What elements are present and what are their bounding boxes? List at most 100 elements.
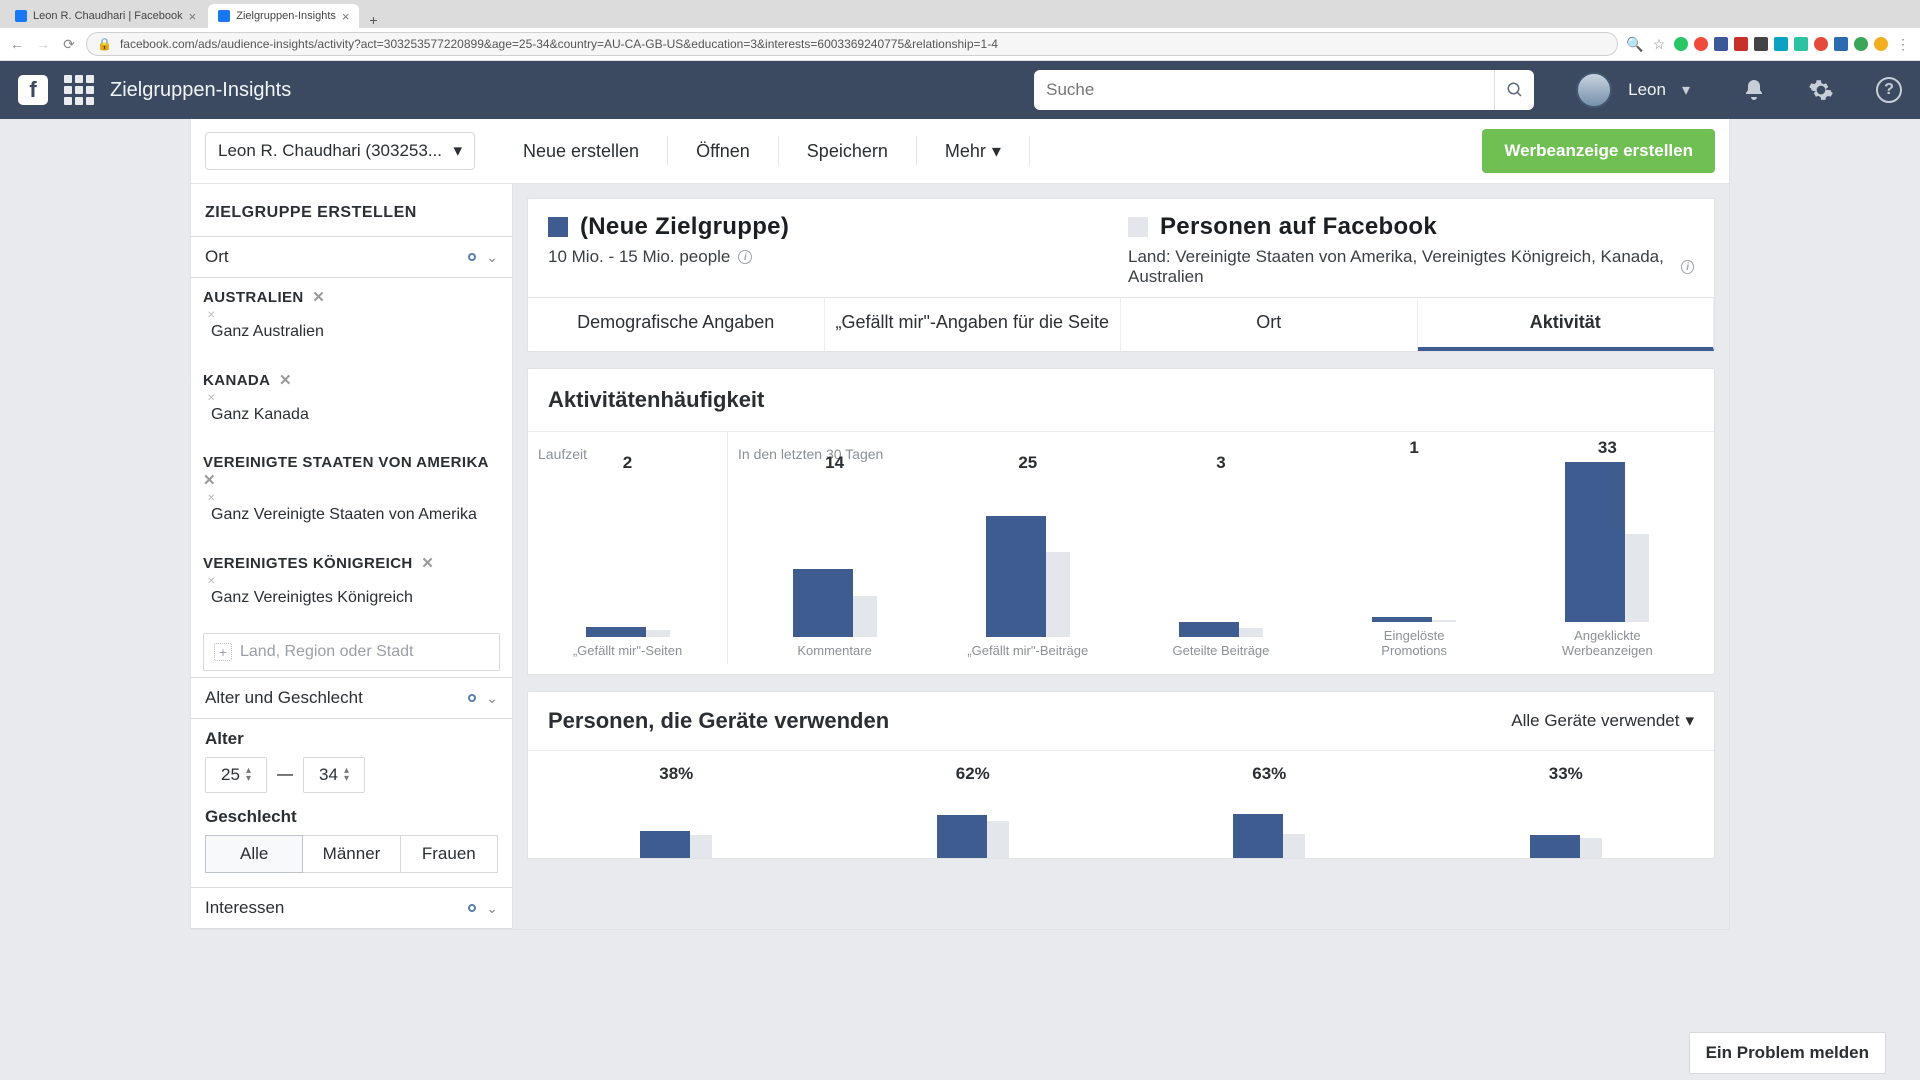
age-from-select[interactable]: 25▴▾: [205, 757, 267, 793]
info-icon[interactable]: i: [738, 250, 752, 264]
open-link[interactable]: Öffnen: [668, 136, 779, 166]
new-link[interactable]: Neue erstellen: [495, 136, 668, 166]
bar-comparison[interactable]: [690, 835, 712, 858]
bar[interactable]: [1233, 814, 1283, 858]
feedback-button[interactable]: Ein Problem melden: [1689, 1032, 1886, 1074]
browser-tabs: Leon R. Chaudhari | Facebook × Zielgrupp…: [0, 0, 1920, 28]
bar[interactable]: [793, 569, 853, 637]
bar[interactable]: [1179, 622, 1239, 637]
bar-comparison[interactable]: [987, 821, 1009, 858]
address-bar[interactable]: 🔒 facebook.com/ads/audience-insights/act…: [86, 32, 1618, 56]
bar-comparison[interactable]: [1432, 620, 1456, 622]
devices-card: Personen, die Geräte verwenden Alle Gerä…: [527, 691, 1715, 859]
bar-value: 33: [1598, 438, 1617, 458]
user-name[interactable]: Leon: [1628, 80, 1666, 100]
bar[interactable]: [1530, 835, 1580, 858]
bar[interactable]: [586, 627, 646, 637]
country-name: VEREINIGTES KÖNIGREICH ✕: [203, 554, 500, 572]
bar-comparison[interactable]: [1046, 552, 1070, 637]
bar[interactable]: [1372, 617, 1432, 622]
new-tab-button[interactable]: +: [361, 12, 385, 28]
save-link[interactable]: Speichern: [779, 136, 917, 166]
more-link[interactable]: Mehr ▾: [917, 136, 1030, 166]
search-icon: [1506, 81, 1524, 99]
forward-icon[interactable]: →: [34, 35, 52, 53]
filter-interests-header[interactable]: Interessen ⌄: [191, 887, 512, 929]
extension-icon[interactable]: [1874, 37, 1888, 51]
chevron-down-icon[interactable]: ▾: [1682, 80, 1690, 100]
extension-icon[interactable]: [1714, 37, 1728, 51]
extension-icon[interactable]: [1814, 37, 1828, 51]
bar[interactable]: [986, 516, 1046, 637]
country-scope[interactable]: Ganz Kanada: [203, 389, 500, 434]
avatar[interactable]: [1576, 72, 1612, 108]
remove-icon[interactable]: ✕: [308, 289, 326, 306]
add-location-input[interactable]: Land, Region oder Stadt: [203, 633, 500, 671]
gear-icon[interactable]: [1808, 77, 1834, 103]
tab-demographics[interactable]: Demografische Angaben: [528, 298, 825, 351]
browser-tab[interactable]: Zielgruppen-Insights ×: [208, 4, 359, 28]
chevron-down-icon: ▾: [1685, 711, 1694, 731]
account-dropdown[interactable]: Leon R. Chaudhari (303253... ▾: [205, 132, 475, 170]
close-icon[interactable]: ×: [342, 9, 350, 24]
filter-age-gender-header[interactable]: Alter und Geschlecht ⌄: [191, 677, 512, 719]
device-bar-group: 38%: [596, 764, 756, 858]
bar[interactable]: [1565, 462, 1625, 622]
tab-location[interactable]: Ort: [1121, 298, 1418, 351]
gender-men-button[interactable]: Männer: [303, 835, 400, 873]
extension-icon[interactable]: [1674, 37, 1688, 51]
new-audience-title: (Neue Zielgruppe): [580, 213, 789, 241]
tab-page-likes[interactable]: „Gefällt mir"-Angaben für die Seite: [825, 298, 1122, 351]
bar[interactable]: [937, 815, 987, 858]
help-icon[interactable]: ?: [1876, 77, 1902, 103]
gender-all-button[interactable]: Alle: [205, 835, 303, 873]
devices-filter-dropdown[interactable]: Alle Geräte verwendet▾: [1511, 711, 1694, 731]
extension-icon[interactable]: [1854, 37, 1868, 51]
info-icon[interactable]: i: [1681, 260, 1694, 274]
bar-comparison[interactable]: [1283, 834, 1305, 858]
age-to-select[interactable]: 34▴▾: [303, 757, 365, 793]
audience-color-swatch: [1128, 217, 1148, 237]
search-button[interactable]: [1494, 70, 1534, 110]
bell-icon[interactable]: [1742, 78, 1766, 102]
bar-comparison[interactable]: [1625, 534, 1649, 622]
filter-location-header[interactable]: Ort ⌄: [191, 236, 512, 278]
audience-countries: Land: Vereinigte Staaten von Amerika, Ve…: [1128, 247, 1673, 287]
tab-activity[interactable]: Aktivität: [1418, 298, 1715, 351]
bar-value: 1: [1409, 438, 1418, 458]
back-icon[interactable]: ←: [8, 35, 26, 53]
remove-icon[interactable]: ✕: [274, 372, 292, 389]
extension-icon[interactable]: [1694, 37, 1708, 51]
extension-icon[interactable]: [1834, 37, 1848, 51]
star-icon[interactable]: ☆: [1650, 35, 1668, 53]
bar-comparison[interactable]: [853, 596, 877, 637]
remove-icon[interactable]: ✕: [203, 472, 216, 489]
bar-comparison[interactable]: [1239, 628, 1263, 637]
bar-comparison[interactable]: [1580, 838, 1602, 858]
close-icon[interactable]: ×: [189, 9, 197, 24]
bar-group: 33 Angeklickte Werbeanzeigen: [1543, 438, 1671, 658]
remove-icon[interactable]: ✕: [417, 555, 435, 572]
account-label: Leon R. Chaudhari (303253...: [218, 141, 442, 161]
reload-icon[interactable]: ⟳: [60, 35, 78, 53]
zoom-icon[interactable]: 🔍: [1626, 35, 1644, 53]
tab-title: Zielgruppen-Insights: [236, 10, 336, 22]
country-scope[interactable]: Ganz Vereinigtes Königreich: [203, 572, 500, 617]
facebook-logo[interactable]: f: [18, 75, 48, 105]
extension-icon[interactable]: [1794, 37, 1808, 51]
bar-comparison[interactable]: [646, 630, 670, 637]
extension-icon[interactable]: [1754, 37, 1768, 51]
tabs: Demografische Angaben „Gefällt mir"-Anga…: [528, 297, 1714, 351]
gender-women-button[interactable]: Frauen: [401, 835, 498, 873]
country-scope[interactable]: Ganz Vereinigte Staaten von Amerika: [203, 489, 500, 534]
browser-tab[interactable]: Leon R. Chaudhari | Facebook ×: [5, 4, 206, 28]
create-ad-button[interactable]: Werbeanzeige erstellen: [1482, 129, 1715, 173]
bar[interactable]: [640, 831, 690, 858]
menu-icon[interactable]: ⋮: [1894, 35, 1912, 53]
search-input[interactable]: [1034, 70, 1494, 110]
extensions: 🔍 ☆ ⋮: [1626, 35, 1912, 53]
country-scope[interactable]: Ganz Australien: [203, 306, 500, 351]
apps-grid-icon[interactable]: [64, 75, 94, 105]
extension-icon[interactable]: [1774, 37, 1788, 51]
extension-icon[interactable]: [1734, 37, 1748, 51]
